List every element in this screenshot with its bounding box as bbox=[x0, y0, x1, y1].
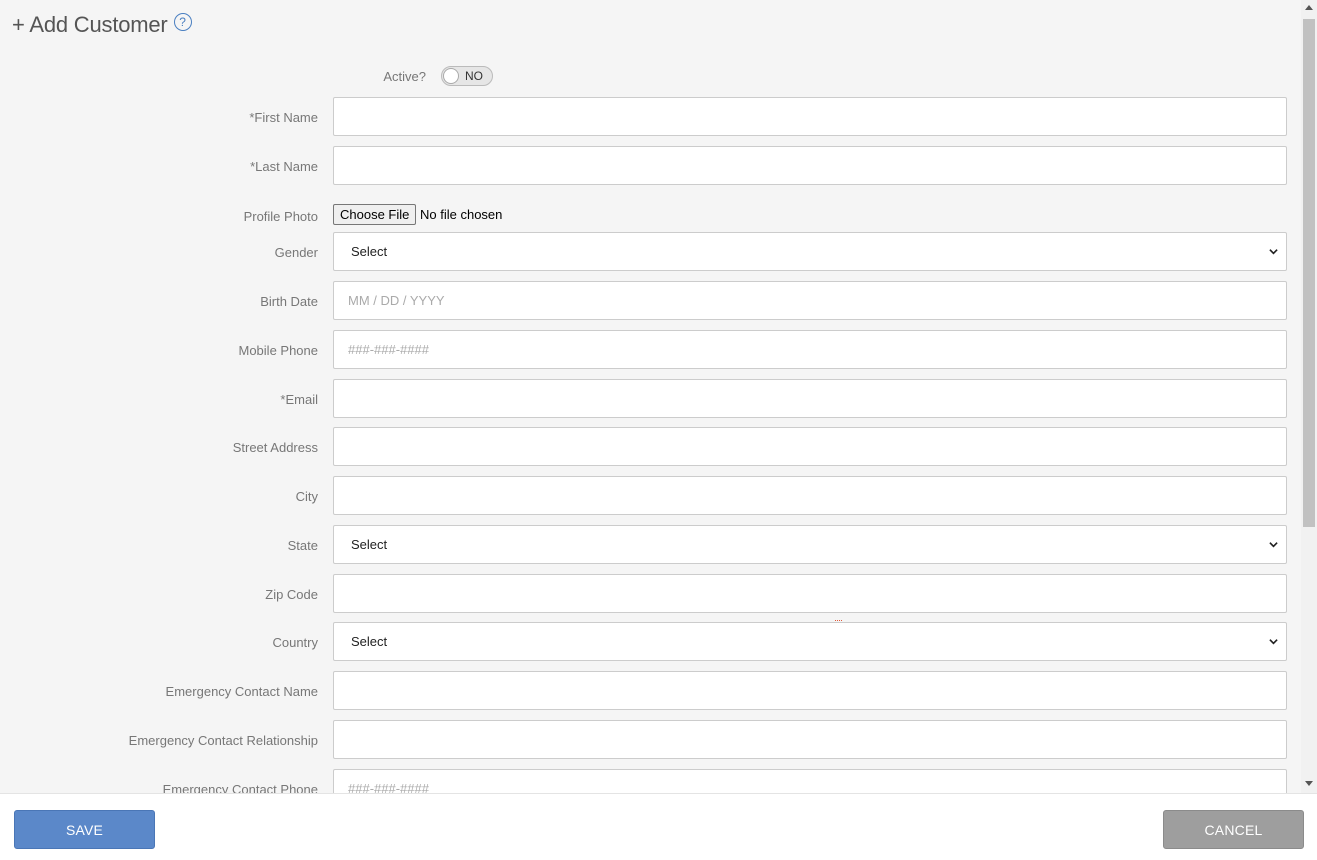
emergency-contact-phone-row: Emergency Contact Phone bbox=[0, 769, 1301, 793]
gender-select[interactable]: Select bbox=[333, 232, 1287, 271]
emergency-contact-name-label: Emergency Contact Name bbox=[165, 684, 318, 699]
emergency-contact-relationship-row: Emergency Contact Relationship bbox=[0, 720, 1301, 760]
emergency-contact-phone-label: Emergency Contact Phone bbox=[162, 782, 318, 793]
form-footer: SAVE CANCEL bbox=[0, 793, 1317, 860]
email-row: *Email bbox=[0, 379, 1301, 419]
street-address-label: Street Address bbox=[232, 440, 318, 455]
birth-date-row: Birth Date bbox=[0, 281, 1301, 321]
page-header: + Add Customer ? bbox=[12, 10, 192, 40]
vertical-scrollbar[interactable] bbox=[1301, 0, 1317, 793]
country-selected-value: Select bbox=[351, 634, 388, 649]
gender-label: Gender bbox=[274, 245, 318, 260]
gender-selected-value: Select bbox=[351, 244, 388, 259]
form-scroll-area[interactable]: + Add Customer ? Active? NO *First Name … bbox=[0, 0, 1301, 793]
active-toggle[interactable]: NO bbox=[441, 66, 493, 86]
emergency-contact-relationship-label: Emergency Contact Relationship bbox=[128, 733, 318, 748]
page-title: + Add Customer bbox=[12, 12, 168, 37]
last-name-row: *Last Name bbox=[0, 146, 1301, 186]
zip-code-row: Zip Code bbox=[0, 574, 1301, 614]
scrollbar-thumb[interactable] bbox=[1303, 19, 1315, 527]
birth-date-input[interactable] bbox=[333, 281, 1287, 320]
state-label: State bbox=[287, 538, 318, 553]
gender-row: Gender Select bbox=[0, 232, 1301, 272]
mobile-phone-label: Mobile Phone bbox=[238, 343, 319, 358]
choose-file-button[interactable]: Choose File bbox=[333, 204, 417, 225]
emergency-contact-phone-input[interactable] bbox=[333, 769, 1287, 793]
help-circle-icon[interactable]: ? bbox=[173, 13, 192, 31]
country-select[interactable]: Select bbox=[333, 622, 1287, 661]
city-input[interactable] bbox=[333, 476, 1287, 515]
add-customer-page: + Add Customer ? Active? NO *First Name … bbox=[0, 0, 1317, 860]
scroll-up-arrow-icon[interactable] bbox=[1305, 5, 1313, 10]
toggle-knob bbox=[443, 68, 459, 84]
profile-photo-label: Profile Photo bbox=[243, 209, 318, 224]
state-selected-value: Select bbox=[351, 537, 388, 552]
street-address-input[interactable] bbox=[333, 427, 1287, 466]
city-row: City bbox=[0, 476, 1301, 516]
zip-code-input[interactable] bbox=[333, 574, 1287, 613]
mobile-phone-input[interactable] bbox=[333, 330, 1287, 369]
emergency-contact-relationship-input[interactable] bbox=[333, 720, 1287, 759]
emergency-contact-name-input[interactable] bbox=[333, 671, 1287, 710]
street-address-row: Street Address bbox=[0, 427, 1301, 467]
email-input[interactable] bbox=[333, 379, 1287, 418]
first-name-input[interactable] bbox=[333, 97, 1287, 136]
active-label: Active? bbox=[383, 69, 426, 84]
scroll-down-arrow-icon[interactable] bbox=[1305, 781, 1313, 786]
email-label: *Email bbox=[280, 392, 318, 407]
chevron-down-icon bbox=[1269, 639, 1278, 645]
toggle-text: NO bbox=[465, 69, 483, 83]
country-label: Country bbox=[272, 635, 318, 650]
state-row: State Select bbox=[0, 525, 1301, 565]
cancel-button[interactable]: CANCEL bbox=[1163, 810, 1304, 849]
last-name-input[interactable] bbox=[333, 146, 1287, 185]
first-name-label: *First Name bbox=[249, 110, 318, 125]
profile-photo-row: Profile Photo Choose File No file chosen bbox=[0, 203, 1301, 225]
birth-date-label: Birth Date bbox=[260, 294, 318, 309]
chevron-down-icon bbox=[1269, 542, 1278, 548]
last-name-label: *Last Name bbox=[250, 159, 318, 174]
country-row: Country Select bbox=[0, 622, 1301, 662]
active-row: Active? NO bbox=[0, 66, 1301, 88]
file-status-text: No file chosen bbox=[420, 207, 503, 222]
save-button[interactable]: SAVE bbox=[14, 810, 155, 849]
mobile-phone-row: Mobile Phone bbox=[0, 330, 1301, 370]
state-select[interactable]: Select bbox=[333, 525, 1287, 564]
chevron-down-icon bbox=[1269, 249, 1278, 255]
emergency-contact-name-row: Emergency Contact Name bbox=[0, 671, 1301, 711]
first-name-row: *First Name bbox=[0, 97, 1301, 137]
city-label: City bbox=[295, 489, 318, 504]
zip-code-label: Zip Code bbox=[265, 587, 318, 602]
